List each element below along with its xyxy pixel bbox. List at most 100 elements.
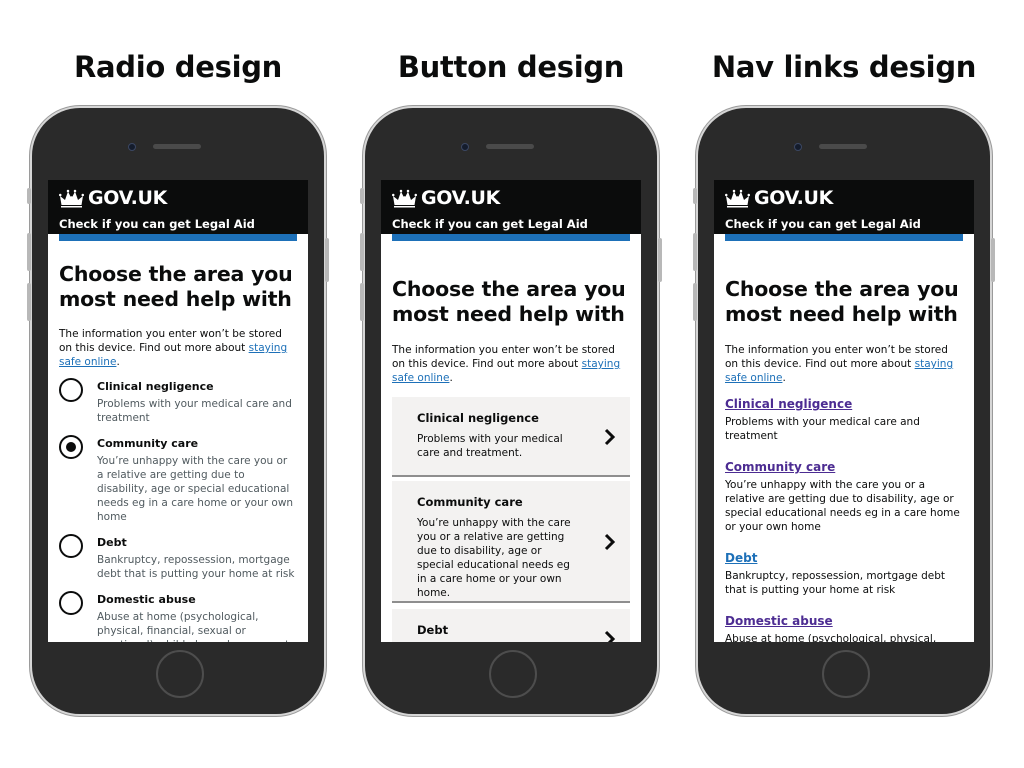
nav-option-description: You’re unhappy with the care you or a re… — [725, 479, 960, 533]
volume-down-button — [360, 283, 364, 321]
radio-option-label[interactable]: Domestic abuse — [97, 593, 297, 607]
mute-switch — [693, 188, 697, 204]
radio-option-label[interactable]: Clinical negligence — [97, 380, 297, 394]
lede-suffix: . — [116, 356, 120, 368]
nav-option: Community care You’re unhappy with the ca… — [725, 456, 963, 534]
govuk-header: GOV.UK Check if you can get Legal Aid — [381, 180, 641, 234]
home-button — [822, 650, 870, 698]
header-blue-bar — [392, 234, 630, 241]
chevron-right-icon — [604, 428, 616, 446]
radio-option[interactable]: Community care You’re unhappy with the ca… — [59, 435, 297, 524]
radio-option-text: Domestic abuse Abuse at home (psychologic… — [97, 593, 297, 642]
nav-option: Debt Bankruptcy, repossession, mortgage d… — [725, 547, 963, 597]
volume-up-button — [693, 233, 697, 271]
radio-option-hint: You’re unhappy with the care you or a re… — [97, 455, 294, 523]
earpiece-speaker — [486, 144, 534, 149]
govuk-logo-link[interactable]: GOV.UK — [392, 180, 630, 210]
radio-button[interactable] — [59, 534, 83, 558]
earpiece-speaker — [153, 144, 201, 149]
nav-option: Domestic abuse Abuse at home (psychologic… — [725, 610, 963, 642]
power-button — [991, 238, 995, 282]
option-button-card[interactable]: DebtBankruptcy, repossession, — [392, 609, 630, 642]
radio-option-text: Community care You’re unhappy with the ca… — [97, 437, 297, 524]
crown-icon — [725, 189, 750, 207]
page-heading: Choose the area you most need help with — [725, 277, 959, 326]
page-content: Choose the area you most need help with … — [381, 277, 641, 642]
option-button-description: Problems with your medical care and trea… — [417, 433, 563, 459]
chevron-right-icon — [604, 630, 616, 642]
header-blue-bar — [59, 234, 297, 241]
govuk-logo-text: GOV.UK — [754, 187, 834, 209]
radio-button[interactable] — [59, 435, 83, 459]
mute-switch — [27, 188, 31, 204]
radio-option[interactable]: Clinical negligence Problems with your me… — [59, 378, 297, 425]
govuk-logo-link[interactable]: GOV.UK — [59, 180, 297, 210]
phone-nav-links-design: GOV.UK Check if you can get Legal Aid Ch… — [693, 108, 995, 714]
page-heading: Choose the area you most need help with — [59, 262, 293, 311]
option-button-content: Clinical negligence Problems with your me… — [392, 397, 630, 460]
nav-link-options: Clinical negligence Problems with your me… — [725, 393, 963, 642]
radio-option-hint: Abuse at home (psychological, physical, … — [97, 611, 289, 642]
radio-option[interactable]: Domestic abuse Abuse at home (psychologic… — [59, 591, 297, 642]
home-button — [156, 650, 204, 698]
service-name[interactable]: Check if you can get Legal Aid — [59, 217, 297, 231]
option-button-content: Community care You’re unhappy with the ca… — [392, 481, 630, 600]
radio-option-hint: Problems with your medical care and trea… — [97, 398, 292, 424]
radio-option[interactable]: Debt Bankruptcy, repossession, mortgage d… — [59, 534, 297, 581]
radio-option-hint: Bankruptcy, repossession, mortgage debt … — [97, 554, 295, 580]
front-camera — [461, 143, 469, 151]
screen: GOV.UK Check if you can get Legal Aid Ch… — [381, 180, 641, 642]
lede-suffix: . — [449, 372, 453, 384]
radio-button[interactable] — [59, 591, 83, 615]
option-button-title: Clinical negligence — [417, 411, 539, 425]
nav-links-design-title: Nav links design — [711, 50, 977, 84]
front-camera — [794, 143, 802, 151]
nav-option-link[interactable]: Clinical negligence — [725, 397, 852, 412]
header-blue-bar — [725, 234, 963, 241]
mute-switch — [360, 188, 364, 204]
button-design-title: Button design — [397, 50, 625, 84]
nav-option-link[interactable]: Debt — [725, 551, 757, 566]
service-name[interactable]: Check if you can get Legal Aid — [392, 217, 630, 231]
power-button — [658, 238, 662, 282]
earpiece-speaker — [819, 144, 867, 149]
nav-option-description: Abuse at home (psychological, physical, … — [725, 633, 937, 642]
option-button-card[interactable]: Community care You’re unhappy with the ca… — [392, 481, 630, 603]
govuk-header: GOV.UK Check if you can get Legal Aid — [48, 180, 308, 234]
front-camera — [128, 143, 136, 151]
nav-option-description: Bankruptcy, repossession, mortgage debt … — [725, 570, 945, 596]
chevron-right-icon — [604, 533, 616, 551]
nav-option-link[interactable]: Domestic abuse — [725, 614, 833, 629]
phone-button-design: GOV.UK Check if you can get Legal Aid Ch… — [360, 108, 662, 714]
screen: GOV.UK Check if you can get Legal Aid Ch… — [48, 180, 308, 642]
option-button-card[interactable]: Clinical negligence Problems with your me… — [392, 397, 630, 477]
govuk-header: GOV.UK Check if you can get Legal Aid — [714, 180, 974, 234]
home-button — [489, 650, 537, 698]
lede-text: The information you enter won’t be store… — [59, 327, 297, 369]
radio-option-label[interactable]: Community care — [97, 437, 297, 451]
radio-options: Clinical negligence Problems with your me… — [59, 378, 297, 642]
govuk-logo-link[interactable]: GOV.UK — [725, 180, 963, 210]
lede-text: The information you enter won’t be store… — [725, 343, 963, 385]
radio-option-text: Debt Bankruptcy, repossession, mortgage d… — [97, 536, 297, 581]
radio-option-text: Clinical negligence Problems with your me… — [97, 380, 297, 425]
volume-up-button — [27, 233, 31, 271]
radio-option-label[interactable]: Debt — [97, 536, 297, 550]
lede-suffix: . — [782, 372, 786, 384]
govuk-logo-text: GOV.UK — [421, 187, 501, 209]
volume-down-button — [693, 283, 697, 321]
nav-option: Clinical negligence Problems with your me… — [725, 393, 963, 443]
radio-design-title: Radio design — [73, 50, 283, 84]
page-content: Choose the area you most need help with … — [48, 262, 308, 642]
power-button — [325, 238, 329, 282]
service-name[interactable]: Check if you can get Legal Aid — [725, 217, 963, 231]
volume-down-button — [27, 283, 31, 321]
page-heading: Choose the area you most need help with — [392, 277, 626, 326]
radio-button[interactable] — [59, 378, 83, 402]
crown-icon — [59, 189, 84, 207]
option-button-title: Debt — [417, 623, 449, 637]
nav-option-link[interactable]: Community care — [725, 460, 835, 475]
radio-selected-dot — [66, 442, 76, 452]
lede-text: The information you enter won’t be store… — [392, 343, 630, 385]
option-button-description: You’re unhappy with the care you or a re… — [417, 517, 571, 599]
